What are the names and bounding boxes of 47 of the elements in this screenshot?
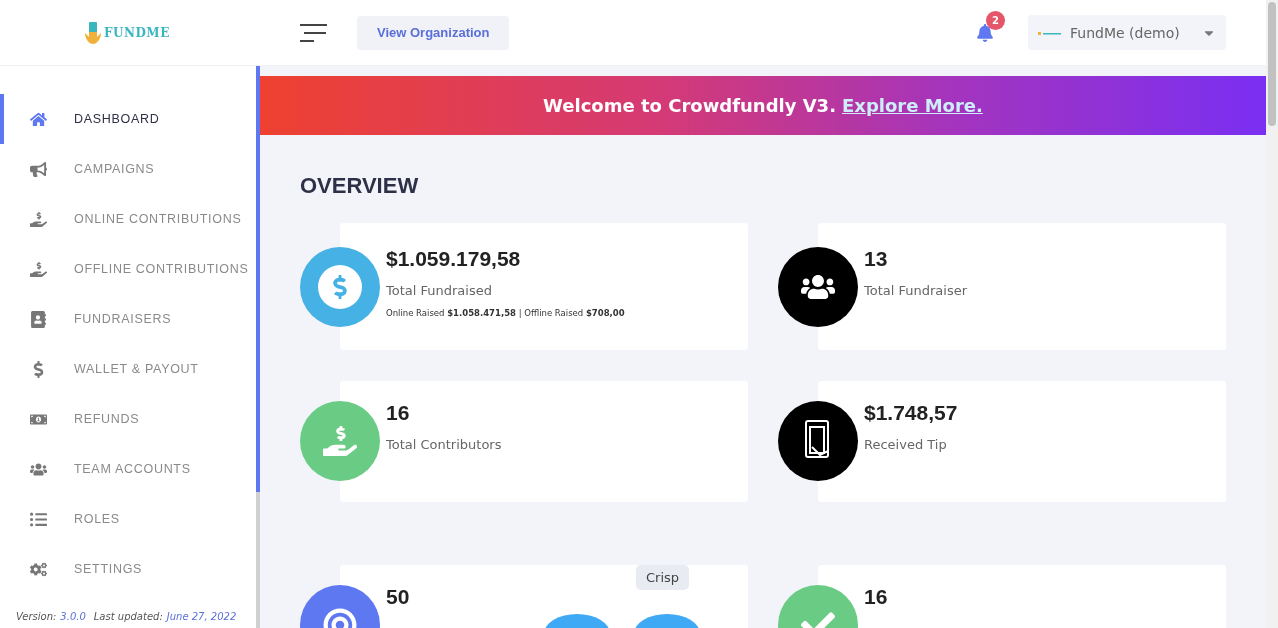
logo-icon [84, 20, 102, 45]
stat-value: 50 [386, 585, 410, 609]
home-icon [29, 110, 47, 128]
stat-label: Received Tip [864, 437, 948, 452]
organization-select[interactable]: FundMe (demo) [1028, 15, 1226, 50]
contact-card-icon [29, 310, 47, 328]
view-organization-button[interactable]: View Organization [357, 15, 510, 50]
sidebar-item[interactable]: ROLES [0, 494, 256, 544]
stat-value: 16 [386, 401, 411, 425]
checklist-icon [29, 510, 47, 528]
sidebar-item[interactable]: FUNDRAISERS [0, 294, 256, 344]
last-updated-date: June 27, 2022 [166, 611, 237, 622]
version-label: Version: [16, 611, 57, 622]
explore-more-link[interactable]: Explore More. [842, 95, 983, 116]
sidebar-item[interactable]: OFFLINE CONTRIBUTIONS [0, 244, 256, 294]
dollar-coin-icon [318, 265, 362, 309]
sidebar-item[interactable]: TEAM ACCOUNTS [0, 444, 256, 494]
last-updated-label: Last updated: [93, 611, 163, 622]
sidebar-item[interactable]: ONLINE CONTRIBUTIONS [0, 194, 256, 244]
menu-icon[interactable] [300, 22, 327, 43]
hand-coin-icon [29, 260, 47, 278]
banner-text: Welcome to Crowdfundly V3. [543, 95, 836, 116]
logo-text: FUNDME [104, 25, 170, 40]
page-scrollbar[interactable] [1266, 0, 1278, 628]
sidebar-item[interactable]: REFUNDS [0, 394, 256, 444]
sidebar-item[interactable]: WALLET & PAYOUT [0, 344, 256, 394]
overview-title: OVERVIEW [300, 173, 420, 199]
stat-value: 13 [864, 247, 889, 271]
sidebar-item[interactable]: CAMPAIGNS [0, 144, 256, 194]
chat-tooltip: Crisp [636, 565, 690, 590]
hand-coin-icon [323, 424, 357, 458]
hand-coin-icon [29, 210, 47, 228]
stat-value: 16 [864, 585, 888, 609]
stat-label: Total Fundraised [386, 283, 493, 298]
notification-count: 2 [986, 10, 1005, 30]
megaphone-icon [29, 160, 47, 178]
sidebar-scrollbar[interactable] [256, 66, 260, 628]
stat-detail: Online Raised $1.058.471,58 | Offline Raised $708,00 [386, 308, 625, 318]
gears-icon [29, 560, 47, 578]
stat-value: $1.748,57 [864, 401, 958, 425]
stat-label: Total Contributors [386, 437, 502, 452]
org-logo-icon [1038, 29, 1062, 36]
stat-label: Total Fundraiser [864, 283, 968, 298]
version-number: 3.0.0 [60, 611, 86, 622]
stat-value: $1.059.179,58 [386, 247, 522, 271]
notification-bell-icon[interactable] [976, 23, 994, 42]
sidebar-item[interactable]: SETTINGS [0, 544, 256, 594]
